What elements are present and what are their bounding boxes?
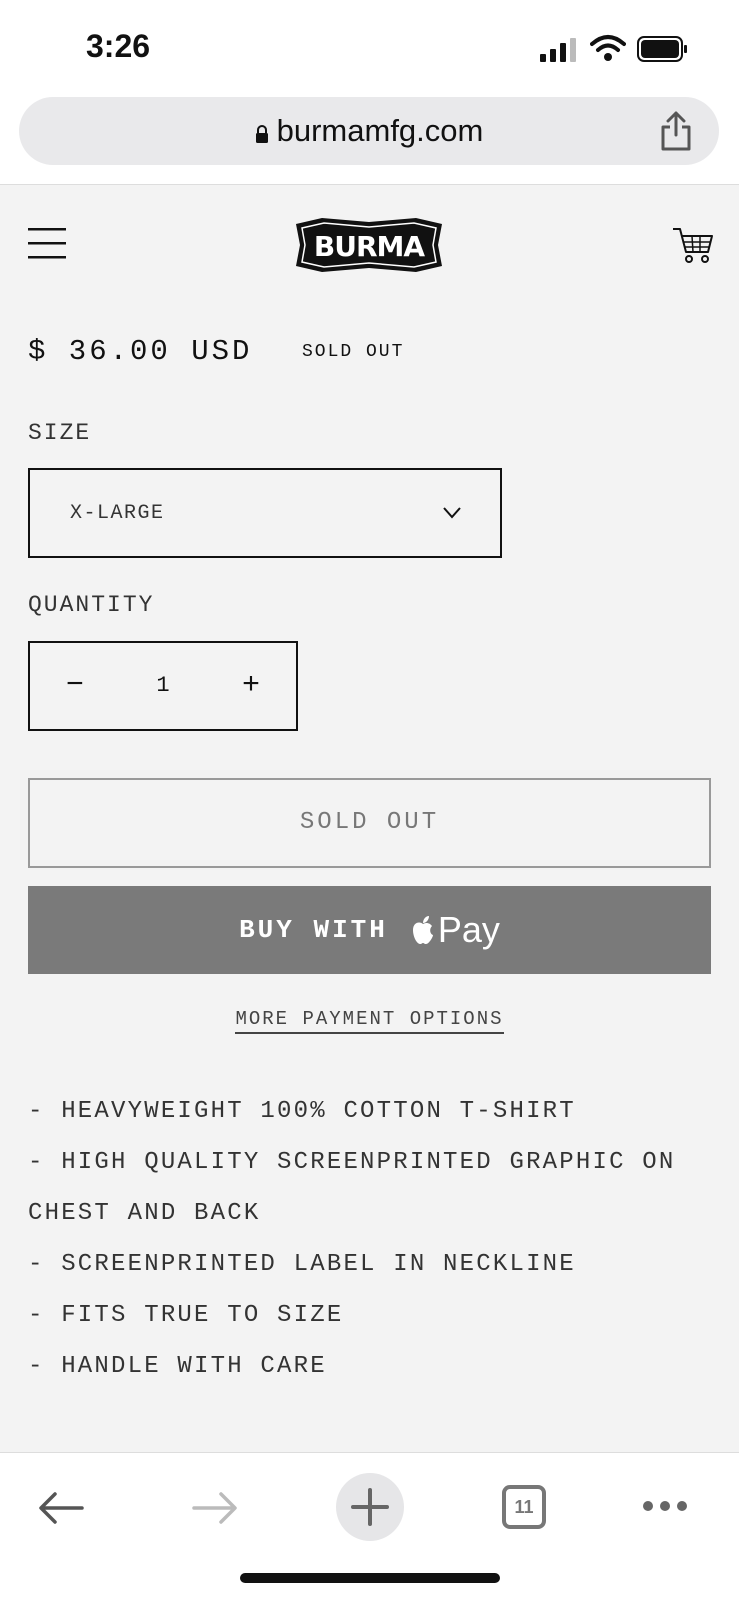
more-payment-options-link[interactable]: MORE PAYMENT OPTIONS xyxy=(235,1008,504,1034)
description-line: - SCREENPRINTED LABEL IN NECKLINE xyxy=(28,1251,576,1278)
size-label: SIZE xyxy=(28,420,92,446)
share-icon[interactable] xyxy=(659,111,693,151)
description-line: - HEAVYWEIGHT 100% COTTON T-SHIRT xyxy=(28,1098,576,1125)
product-description: - HEAVYWEIGHT 100% COTTON T-SHIRT - HIGH… xyxy=(28,1086,718,1392)
description-line: - HIGH QUALITY SCREENPRINTED GRAPHIC ON … xyxy=(28,1149,676,1227)
plus-icon xyxy=(351,1488,389,1526)
wifi-icon xyxy=(590,35,626,61)
size-select[interactable]: X-LARGE xyxy=(28,468,502,558)
cellular-signal-icon xyxy=(540,38,576,62)
back-arrow-icon[interactable] xyxy=(38,1491,84,1525)
browser-address-area: burmamfg.com xyxy=(0,95,739,185)
url-bar[interactable]: burmamfg.com xyxy=(19,97,719,165)
quantity-decrease-button[interactable]: − xyxy=(30,643,120,729)
browser-toolbar: 11 xyxy=(0,1452,739,1600)
quantity-stepper: − 1 + xyxy=(28,641,298,731)
more-payment-options[interactable]: MORE PAYMENT OPTIONS xyxy=(0,1008,739,1034)
url-text: burmamfg.com xyxy=(276,113,484,148)
status-bar: 3:26 xyxy=(0,0,739,95)
applepay-prefix: BUY WITH xyxy=(239,915,388,945)
battery-icon xyxy=(637,36,687,62)
buy-with-apple-pay-button[interactable]: BUY WITH Pay xyxy=(28,886,711,974)
hamburger-menu-icon[interactable] xyxy=(28,226,66,260)
forward-arrow-icon[interactable] xyxy=(192,1491,238,1525)
chevron-down-icon xyxy=(443,507,461,519)
apple-logo-icon xyxy=(412,916,433,944)
sold-out-button[interactable]: SOLD OUT xyxy=(28,778,711,868)
applepay-pay-text: Pay xyxy=(437,909,500,950)
quantity-label: QUANTITY xyxy=(28,592,155,618)
more-options-icon[interactable] xyxy=(642,1499,688,1513)
logo-text: BURMA xyxy=(314,230,426,263)
url-display[interactable]: burmamfg.com xyxy=(19,113,719,149)
cart-icon[interactable] xyxy=(672,226,714,264)
tabs-count-button[interactable]: 11 xyxy=(502,1485,546,1529)
sold-out-badge: SOLD OUT xyxy=(302,342,405,362)
product-price: $ 36.00 USD xyxy=(28,335,253,368)
description-line: - HANDLE WITH CARE xyxy=(28,1353,327,1380)
size-selected-value: X-LARGE xyxy=(70,502,165,525)
quantity-increase-button[interactable]: + xyxy=(206,643,296,729)
home-indicator[interactable] xyxy=(240,1573,500,1583)
status-time: 3:26 xyxy=(86,28,151,64)
description-line: - FITS TRUE TO SIZE xyxy=(28,1302,344,1329)
lock-icon xyxy=(255,125,268,143)
quantity-input[interactable]: 1 xyxy=(120,643,206,729)
brand-logo[interactable]: BURMA xyxy=(292,214,446,276)
site-header: BURMA xyxy=(0,186,739,306)
new-tab-button[interactable] xyxy=(336,1473,404,1541)
